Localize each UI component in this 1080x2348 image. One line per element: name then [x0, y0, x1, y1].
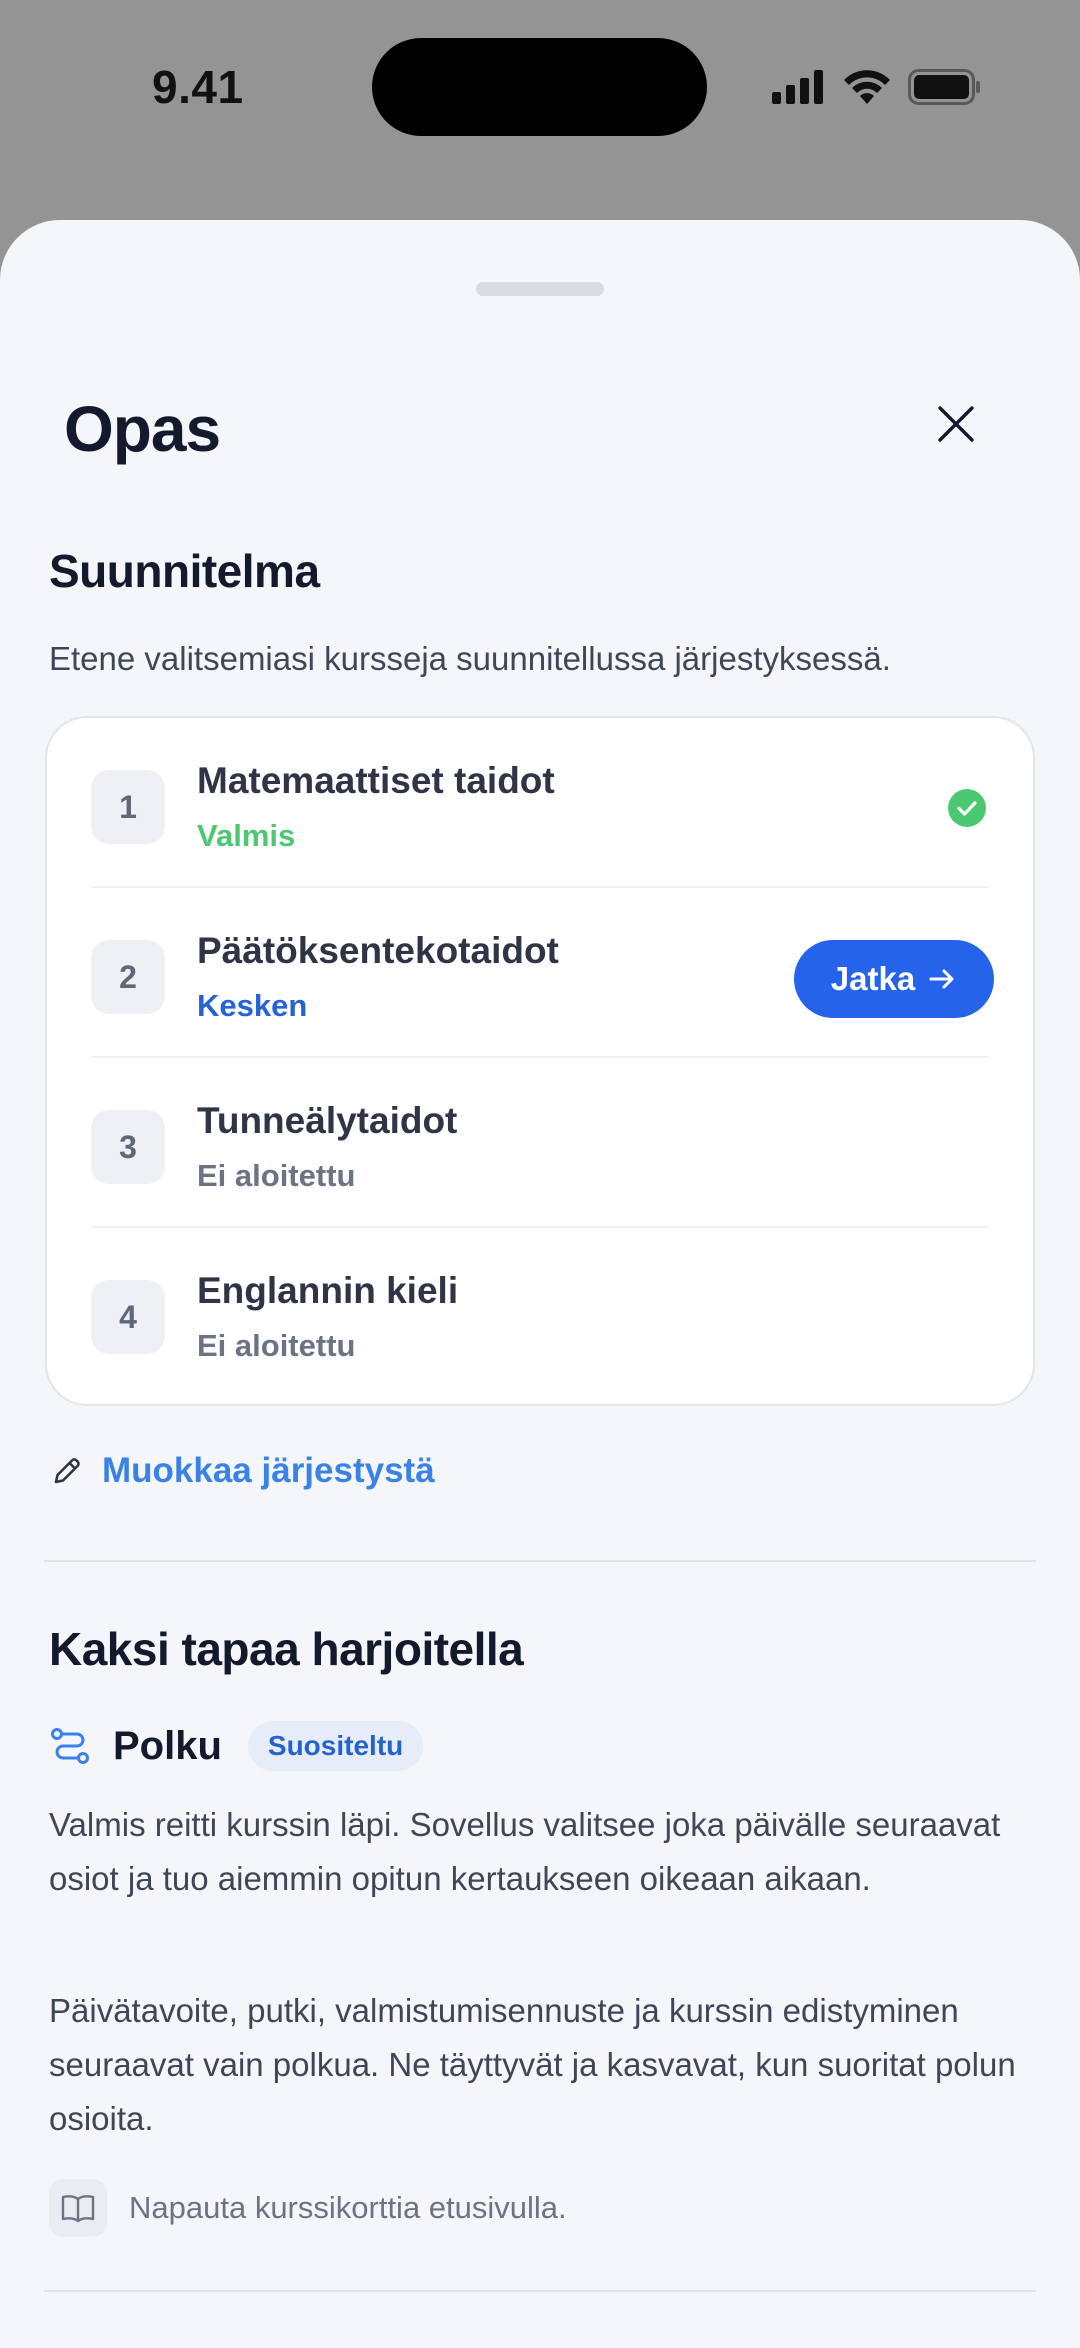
hint-icon-box — [49, 2179, 107, 2237]
close-icon — [938, 406, 974, 442]
section-divider — [44, 2290, 1036, 2292]
edit-order-link[interactable]: Muokkaa järjestystä — [50, 1446, 435, 1496]
check-circle-icon — [948, 789, 986, 827]
practice-section-title: Kaksi tapaa harjoitella — [49, 1623, 524, 1675]
route-icon — [51, 1728, 89, 1764]
course-number-badge: 1 — [91, 770, 165, 844]
course-row-1[interactable]: 1 Matemaattiset taidot Valmis — [47, 718, 1033, 888]
pencil-icon — [54, 1458, 80, 1484]
sheet-title: Opas — [64, 393, 221, 465]
cellular-signal-icon — [772, 70, 823, 104]
path-progress-description: Päivätavoite, putki, valmistumisennuste … — [49, 1992, 1016, 2137]
course-row-3[interactable]: 3 Tunneälytaidot Ei aloitettu — [47, 1058, 1033, 1228]
course-number-badge: 3 — [91, 1110, 165, 1184]
course-status: Valmis — [197, 818, 296, 853]
mode-name: Polku — [113, 1723, 222, 1768]
arrow-right-icon — [929, 969, 954, 989]
sheet-grabber[interactable] — [476, 282, 604, 296]
path-description: Valmis reitti kurssin läpi. Sovellus val… — [49, 1806, 1001, 1897]
course-name: Päätöksentekotaidot — [197, 930, 559, 971]
plan-section-title: Suunnitelma — [49, 545, 320, 597]
status-bar: 9.41 — [0, 0, 1080, 220]
close-button[interactable] — [920, 388, 992, 460]
course-number-badge: 2 — [91, 940, 165, 1014]
status-icons — [772, 64, 982, 110]
course-row-2[interactable]: 2 Päätöksentekotaidot Kesken Jatka — [47, 888, 1033, 1058]
wifi-icon — [844, 70, 890, 104]
course-name: Englannin kieli — [197, 1270, 459, 1311]
plan-course-list: 1 Matemaattiset taidot Valmis 2 Päätökse… — [45, 716, 1035, 1406]
course-status: Ei aloitettu — [197, 1158, 356, 1193]
course-status: Kesken — [197, 988, 308, 1023]
continue-button[interactable]: Jatka — [794, 940, 994, 1018]
course-name: Tunneälytaidot — [197, 1100, 458, 1141]
dynamic-island — [372, 38, 707, 136]
battery-icon — [908, 69, 980, 105]
hint-row: Napauta kurssikorttia etusivulla. — [49, 2178, 567, 2238]
course-row-4[interactable]: 4 Englannin kieli Ei aloitettu — [47, 1228, 1033, 1398]
hint-text: Napauta kurssikorttia etusivulla. — [129, 2190, 567, 2225]
guide-sheet: Opas Suunnitelma Etene valitsemiasi kurs… — [0, 220, 1080, 2348]
book-icon — [61, 2195, 95, 2223]
section-divider — [44, 1560, 1036, 1562]
course-status: Ei aloitettu — [197, 1328, 356, 1363]
path-mode-header: Polku Suositeltu — [49, 1716, 424, 1776]
plan-section-description: Etene valitsemiasi kursseja suunnitellus… — [49, 640, 891, 677]
course-name: Matemaattiset taidot — [197, 760, 555, 801]
edit-order-label: Muokkaa järjestystä — [102, 1451, 435, 1490]
recommended-badge: Suositeltu — [247, 1721, 424, 1771]
status-time: 9.41 — [152, 61, 244, 113]
course-number-badge: 4 — [91, 1280, 165, 1354]
continue-button-label: Jatka — [830, 960, 916, 997]
